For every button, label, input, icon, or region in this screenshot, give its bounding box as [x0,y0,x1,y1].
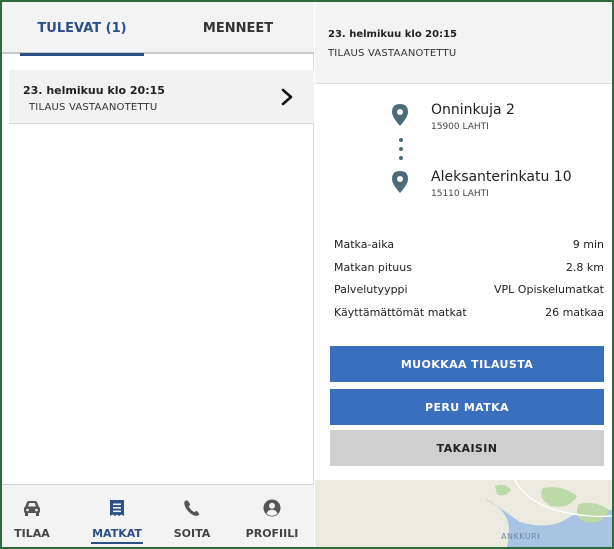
info-value: 9 min [572,238,604,251]
order-date: 23. helmikuu klo 20:15 [23,84,165,97]
nav-label-trips: MATKAT [92,527,142,540]
tab-upcoming-label: TULEVAT (1) [37,20,127,36]
nav-item-order[interactable]: TILAA [2,485,62,548]
trips-list-pane: TULEVAT (1) MENNEET 23. helmikuu klo 20:… [2,2,314,547]
map-graphic [315,480,612,547]
phone-icon [184,500,200,516]
cancel-trip-button[interactable]: PERU MATKA [330,389,604,425]
edit-order-button[interactable]: MUOKKAA TILAUSTA [330,346,604,382]
nav-label-order: TILAA [14,527,50,540]
active-tab-indicator [20,53,144,56]
detail-header: 23. helmikuu klo 20:15 TILAUS VASTAANOTE… [315,2,612,84]
info-value: 2.8 km [565,261,604,274]
bottom-navigation: TILAA MATKAT SOITA PROFIILI [2,484,314,547]
route-dots-icon [399,138,403,160]
trip-detail-pane: 23. helmikuu klo 20:15 TILAUS VASTAANOTE… [315,2,612,547]
nav-label-call: SOITA [173,527,211,540]
info-label: Palvelutyyppi [334,283,408,296]
nav-item-call[interactable]: SOITA [162,485,222,548]
dropoff-postal: 15110 LAHTI [431,189,489,199]
detail-status: TILAUS VASTAANOTETTU [328,48,457,59]
trip-tabs: TULEVAT (1) MENNEET [2,2,314,56]
nav-item-profile[interactable]: PROFIILI [230,485,314,548]
nav-label-profile: PROFIILI [245,527,299,540]
info-value: 26 matkaa [545,306,604,319]
dropoff-street: Aleksanterinkatu 10 [431,169,572,185]
pickup-street: Onninkuja 2 [431,102,515,118]
nav-item-trips[interactable]: MATKAT [82,485,152,548]
route-map[interactable]: ANKKURI [315,480,612,547]
receipt-icon [110,500,124,516]
profile-icon [263,499,281,517]
tab-past-label: MENNEET [202,20,274,36]
active-nav-indicator [91,542,143,544]
info-row-duration: Matka-aika 9 min [334,238,604,256]
info-row-distance: Matkan pituus 2.8 km [334,261,604,279]
car-icon [24,501,40,516]
tab-upcoming[interactable]: TULEVAT (1) [2,2,162,56]
detail-date: 23. helmikuu klo 20:15 [328,29,458,40]
order-list-item[interactable]: 23. helmikuu klo 20:15 TILAUS VASTAANOTE… [9,70,314,124]
info-row-service-type: Palvelutyyppi VPL Opiskelumatkat [334,283,604,301]
info-label: Matka-aika [334,238,395,251]
map-place-label: ANKKURI [501,532,541,541]
map-pin-icon [392,104,408,126]
info-label: Matkan pituus [334,261,412,274]
pickup-postal: 15900 LAHTI [431,122,489,132]
order-status: TILAUS VASTAANOTETTU [29,102,158,113]
tab-past[interactable]: MENNEET [162,2,314,54]
chevron-right-icon [281,88,293,106]
back-button[interactable]: TAKAISIN [330,430,604,466]
info-value: VPL Opiskelumatkat [494,283,604,296]
info-label: Käyttämättömät matkat [334,306,467,319]
destination-pin-icon [392,171,408,193]
info-row-unused-trips: Käyttämättömät matkat 26 matkaa [334,306,604,324]
